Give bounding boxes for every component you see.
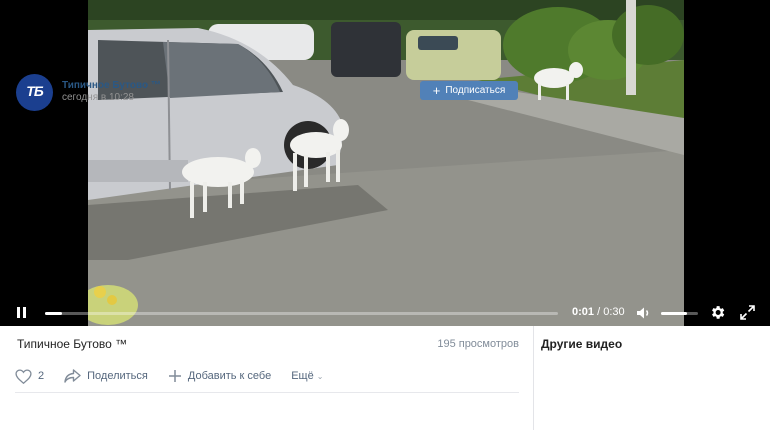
subscribe-button[interactable]: + Подписаться	[420, 81, 518, 100]
plus-icon: +	[432, 83, 441, 98]
volume-slider[interactable]	[661, 312, 698, 315]
video-info: Типичное Бутово ™ 195 просмотров 2 Подел…	[0, 326, 534, 430]
add-to-self-button[interactable]: Добавить к себе	[168, 369, 271, 383]
avatar-text: ТБ	[26, 83, 43, 99]
video-frame[interactable]	[88, 0, 684, 326]
share-icon	[64, 369, 81, 383]
channel-name[interactable]: Типичное Бутово ™	[62, 80, 161, 91]
share-button[interactable]: Поделиться	[64, 369, 148, 383]
divider	[15, 392, 519, 393]
avatar[interactable]: ТБ	[16, 74, 53, 111]
share-label: Поделиться	[87, 370, 148, 382]
pause-button[interactable]	[16, 307, 28, 319]
progress-bar[interactable]	[45, 312, 558, 315]
time-display: 0:01 / 0:30	[572, 306, 625, 318]
view-count: 195 просмотров	[437, 338, 519, 350]
like-button[interactable]: 2	[15, 368, 45, 384]
plus-icon	[168, 370, 181, 382]
add-label: Добавить к себе	[187, 370, 272, 382]
time-separator: /	[594, 306, 604, 318]
like-count: 2	[38, 370, 45, 382]
fullscreen-icon[interactable]	[740, 305, 755, 320]
video-title: Типичное Бутово ™	[17, 337, 128, 351]
duration: 0:30	[603, 306, 625, 318]
current-time: 0:01	[572, 306, 595, 318]
more-label: Ещё	[291, 370, 314, 382]
heart-icon	[15, 368, 32, 384]
more-button[interactable]: Ещё ⌄	[291, 370, 323, 382]
video-player[interactable]: 0:01 / 0:30	[0, 0, 770, 326]
subscribe-label: Подписаться	[445, 85, 506, 96]
post-time: сегодня в 10:28	[62, 92, 134, 103]
gear-icon[interactable]	[709, 304, 726, 321]
volume-icon[interactable]	[636, 306, 652, 320]
progress-fill	[45, 312, 62, 315]
player-controls: 0:01 / 0:30	[0, 298, 770, 326]
volume-fill	[661, 312, 687, 315]
other-videos-title: Другие видео	[541, 337, 623, 351]
action-bar: 2 Поделиться Добавить к себе Ещё ⌄	[15, 368, 343, 384]
chevron-down-icon: ⌄	[316, 371, 324, 381]
